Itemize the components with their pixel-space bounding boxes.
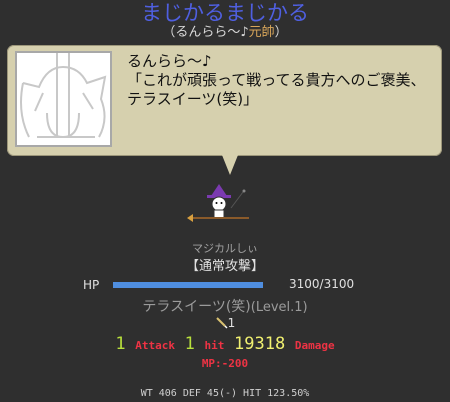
hp-current: 3100 [289,277,320,291]
hp-bar [113,282,263,288]
pencil-weapon-icon [215,317,228,329]
hit-label: hit [204,339,225,352]
skill-line: テラスイーツ(笑)(Level.1) [0,296,450,316]
hit-count-value: 1 [184,334,195,354]
attack-type: 【通常攻撃】 [185,259,264,274]
monster-name: マジカルしぃ [192,242,258,255]
weapon-line: 1 [0,316,450,330]
hp-max: /3100 [319,277,355,291]
dialog-line-3: テラスイーツ(笑)」 [127,90,259,108]
hp-values: 3100/3100 [289,277,354,291]
witch-sprite-icon [187,184,257,230]
hp-bar-fill [113,282,263,288]
mp-cost: MP:-200 [201,357,249,370]
damage-label: Damage [294,339,335,352]
portrait-placeholder-icon [15,51,112,147]
speech-bubble-tail [222,155,238,175]
speaker-class: 元帥 [248,25,275,40]
dialog-line-1: るんらら～♪ [127,52,212,70]
damage-value: 19318 [234,334,286,354]
stats-line: WT 406 DEF 45(-) HIT 123.50% [140,388,310,399]
weapon-count: 1 [227,316,236,330]
page-title: まじかるまじかる [141,1,309,25]
speaker-close: ） [274,25,288,40]
speaker-name: （るんらら～♪ [162,25,249,40]
attack-label: Attack [135,339,175,352]
dialog-text: るんらら～♪ 「これが頑張って戦ってる貴方へのご褒美、 テラスイーツ(笑)」 [127,52,437,109]
hp-label: HP [83,278,100,292]
speaker-line: （るんらら～♪元帥） [0,25,450,41]
dialog-line-2: 「これが頑張って戦ってる貴方へのご褒美、 [127,71,426,89]
damage-line: 1 Attack 1 hit 19318 Damage [0,334,450,354]
hits-value: 1 [115,334,126,354]
skill-name: テラスイーツ(笑) [142,299,251,315]
skill-level: (Level.1) [250,300,308,315]
